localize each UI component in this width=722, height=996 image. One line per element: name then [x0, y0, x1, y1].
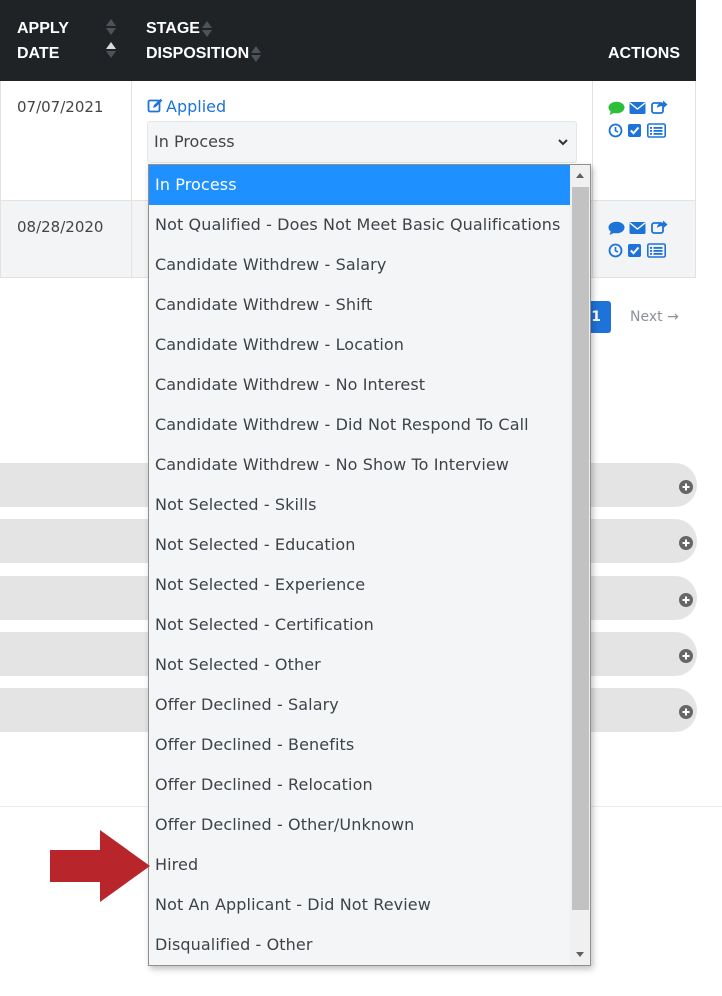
- plus-circle-icon[interactable]: [679, 649, 693, 663]
- dropdown-scrollbar[interactable]: [570, 165, 590, 965]
- dropdown-option[interactable]: Candidate Withdrew - Did Not Respond To …: [149, 405, 570, 445]
- disposition-select[interactable]: In Process: [147, 121, 577, 163]
- plus-circle-icon[interactable]: [679, 536, 693, 550]
- dropdown-option[interactable]: Offer Declined - Other/Unknown: [149, 805, 570, 845]
- column-divider: [131, 81, 132, 278]
- mail-icon[interactable]: [629, 100, 646, 115]
- scrollbar-thumb[interactable]: [572, 187, 589, 910]
- dropdown-option[interactable]: Candidate Withdrew - Shift: [149, 285, 570, 325]
- chevron-down-icon: [558, 139, 568, 146]
- list-icon[interactable]: [647, 123, 666, 138]
- column-header-stage-disposition[interactable]: STAGE DISPOSITION: [146, 16, 262, 66]
- sort-icon[interactable]: [106, 41, 116, 59]
- dropdown-option-selected[interactable]: In Process: [149, 165, 570, 205]
- dropdown-option[interactable]: Disqualified - Other: [149, 925, 570, 965]
- clock-icon[interactable]: [608, 243, 625, 258]
- mail-icon[interactable]: [629, 220, 646, 235]
- check-icon[interactable]: [627, 123, 644, 138]
- table-header: APPLY DATE STAGE DISPOSITION ACTIONS: [0, 0, 696, 81]
- dropdown-option[interactable]: Not Selected - Education: [149, 525, 570, 565]
- edit-icon: [147, 98, 163, 113]
- dropdown-option[interactable]: Not Selected - Certification: [149, 605, 570, 645]
- dropdown-option[interactable]: Offer Declined - Benefits: [149, 725, 570, 765]
- pagination-next[interactable]: Next →: [630, 309, 679, 325]
- sort-icon[interactable]: [251, 45, 262, 63]
- share-icon[interactable]: [651, 99, 668, 114]
- dropdown-option[interactable]: Not Qualified - Does Not Meet Basic Qual…: [149, 205, 570, 245]
- dropdown-option[interactable]: Not Selected - Experience: [149, 565, 570, 605]
- apply-date: 07/07/2021: [17, 98, 104, 116]
- stage-applied-link[interactable]: Applied: [147, 97, 226, 116]
- column-header-apply-date[interactable]: APPLY DATE: [17, 16, 69, 66]
- dropdown-option[interactable]: Not An Applicant - Did Not Review: [149, 885, 570, 925]
- dropdown-option[interactable]: Candidate Withdrew - Location: [149, 325, 570, 365]
- scroll-down-icon[interactable]: [576, 952, 584, 957]
- chat-icon[interactable]: [608, 221, 625, 236]
- dropdown-option[interactable]: Candidate Withdrew - Salary: [149, 245, 570, 285]
- sort-icon[interactable]: [201, 20, 212, 38]
- dropdown-option[interactable]: Offer Declined - Salary: [149, 685, 570, 725]
- dropdown-option[interactable]: Offer Declined - Relocation: [149, 765, 570, 805]
- row-actions: [607, 219, 669, 259]
- sort-icon[interactable]: [106, 18, 116, 36]
- dropdown-option[interactable]: Not Selected - Other: [149, 645, 570, 685]
- list-icon[interactable]: [647, 243, 666, 258]
- check-icon[interactable]: [627, 243, 644, 258]
- column-header-actions: ACTIONS: [608, 45, 680, 62]
- column-divider: [695, 81, 696, 278]
- column-divider: [592, 81, 593, 278]
- clock-icon[interactable]: [608, 123, 625, 138]
- share-icon[interactable]: [651, 219, 668, 234]
- plus-circle-icon[interactable]: [679, 593, 693, 607]
- chat-icon[interactable]: [608, 101, 625, 116]
- apply-date: 08/28/2020: [17, 218, 104, 236]
- disposition-dropdown-list[interactable]: In Process Not Qualified - Does Not Meet…: [148, 164, 591, 966]
- scroll-up-icon[interactable]: [576, 173, 584, 178]
- plus-circle-icon[interactable]: [679, 705, 693, 719]
- plus-circle-icon[interactable]: [679, 480, 693, 494]
- red-arrow-icon: [50, 830, 150, 902]
- row-actions: [607, 99, 669, 139]
- column-divider: [0, 81, 1, 278]
- dropdown-option[interactable]: Not Selected - Skills: [149, 485, 570, 525]
- dropdown-option[interactable]: Candidate Withdrew - No Show To Intervie…: [149, 445, 570, 485]
- dropdown-option[interactable]: Candidate Withdrew - No Interest: [149, 365, 570, 405]
- dropdown-option-hired[interactable]: Hired: [149, 845, 570, 885]
